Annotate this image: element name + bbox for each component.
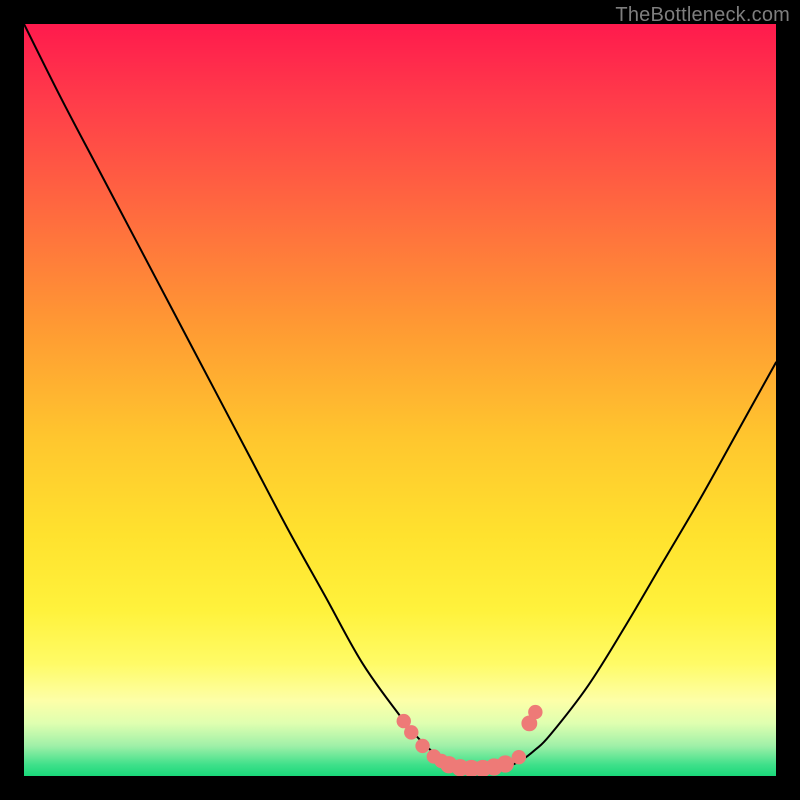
plot-area (24, 24, 776, 776)
curve-marker (497, 755, 514, 772)
watermark-text: TheBottleneck.com (615, 4, 790, 27)
chart-frame: TheBottleneck.com (0, 0, 800, 800)
curve-marker (404, 725, 418, 739)
curve-marker (528, 705, 542, 719)
bottleneck-curve (24, 24, 776, 769)
curve-markers (397, 705, 543, 776)
curve-marker (415, 739, 429, 753)
chart-svg (24, 24, 776, 776)
curve-marker (512, 750, 526, 764)
